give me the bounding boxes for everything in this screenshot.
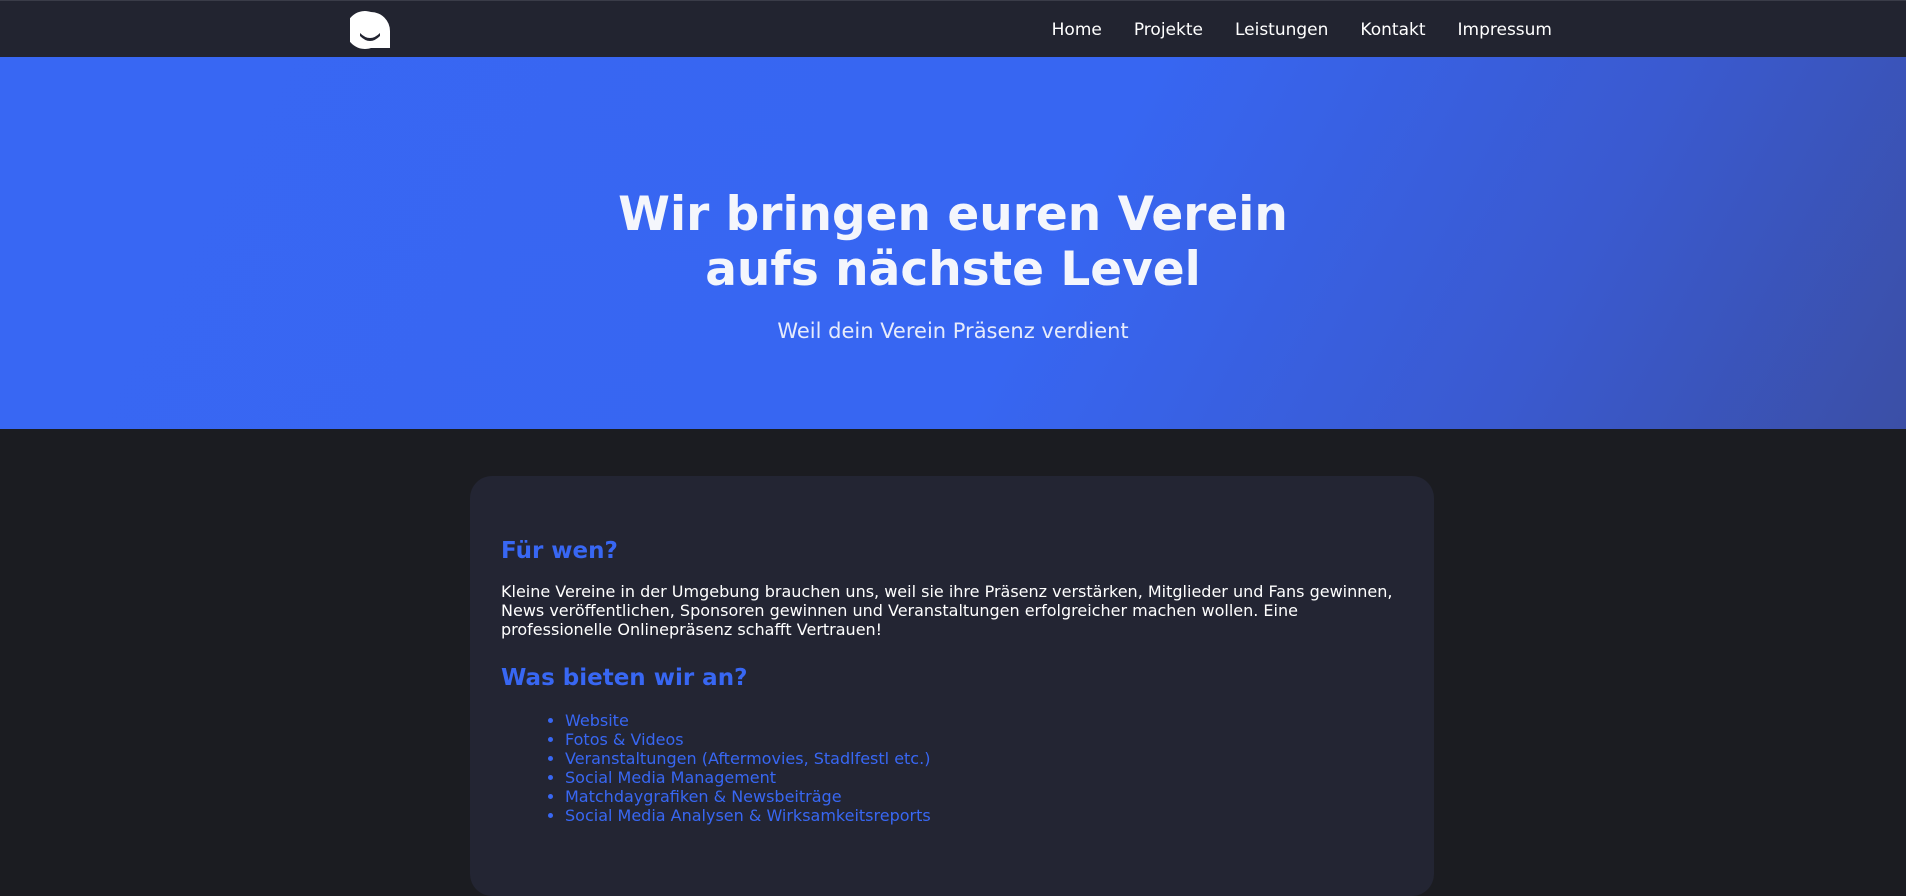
heading-fuer-wen: Für wen? <box>501 538 618 564</box>
offers-list: Website Fotos & Videos Veranstaltungen (… <box>501 711 1404 825</box>
info-card: Für wen? Kleine Vereine in der Umgebung … <box>470 476 1434 896</box>
list-item: Matchdaygrafiken & Newsbeiträge <box>565 787 1404 806</box>
paragraph-fuer-wen: Kleine Vereine in der Umgebung brauchen … <box>501 582 1393 639</box>
list-item: Website <box>565 711 1404 730</box>
nav-link-impressum[interactable]: Impressum <box>1458 20 1553 40</box>
hero-title-line-1: Wir bringen euren Verein <box>618 187 1288 242</box>
hero-title: Wir bringen euren Verein aufs nächste Le… <box>0 187 1906 297</box>
hero-title-line-2: aufs nächste Level <box>705 242 1201 297</box>
list-item: Social Media Management <box>565 768 1404 787</box>
nav-link-kontakt[interactable]: Kontakt <box>1360 20 1425 40</box>
heading-was-bieten-wir-an: Was bieten wir an? <box>501 665 748 691</box>
hero-banner: Wir bringen euren Verein aufs nächste Le… <box>0 57 1906 429</box>
list-item: Fotos & Videos <box>565 730 1404 749</box>
nav-link-projekte[interactable]: Projekte <box>1134 20 1203 40</box>
nav-link-home[interactable]: Home <box>1052 20 1102 40</box>
nav-link-leistungen[interactable]: Leistungen <box>1235 20 1328 40</box>
nav-links: Home Projekte Leistungen Kontakt Impress… <box>1052 1 1552 58</box>
top-navigation: Home Projekte Leistungen Kontakt Impress… <box>0 0 1906 57</box>
list-item: Veranstaltungen (Aftermovies, Stadlfestl… <box>565 749 1404 768</box>
a-logo-icon[interactable] <box>345 10 392 50</box>
hero-subtitle: Weil dein Verein Präsenz verdient <box>777 319 1129 343</box>
list-item: Social Media Analysen & Wirksamkeitsrepo… <box>565 806 1404 825</box>
